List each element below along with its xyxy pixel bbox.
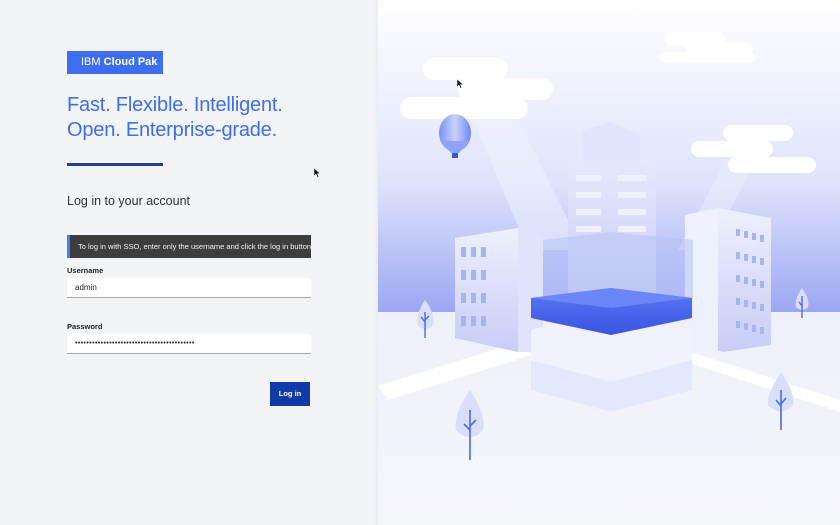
login-heading: Log in to your account xyxy=(67,194,190,208)
ibm-cloud-pak-logo: IBM Cloud Pak xyxy=(67,51,163,74)
password-field[interactable]: ••••••••••••••••••••••••••••••••••••••••… xyxy=(67,334,311,354)
hero-illustration xyxy=(378,0,840,525)
right-building xyxy=(685,208,771,352)
brand-name: Cloud Pak xyxy=(103,56,158,68)
log-in-button[interactable]: Log in xyxy=(270,382,310,406)
left-building xyxy=(455,228,543,352)
username-field[interactable]: admin xyxy=(67,278,311,298)
accent-divider xyxy=(67,163,163,166)
username-label: Username xyxy=(67,266,104,275)
tagline-line-2: Open. Enterprise-grade. xyxy=(67,119,277,141)
city-illustration-svg xyxy=(378,0,840,525)
platform-stack xyxy=(531,288,692,412)
mouse-cursor-icon xyxy=(314,168,321,178)
tagline-line-1: Fast. Flexible. Intelligent. xyxy=(67,94,283,116)
sso-info-banner: To log in with SSO, enter only the usern… xyxy=(67,235,311,258)
password-label: Password xyxy=(67,322,103,331)
brand-prefix: IBM xyxy=(81,56,101,68)
login-panel: IBM Cloud Pak Fast. Flexible. Intelligen… xyxy=(0,0,378,525)
